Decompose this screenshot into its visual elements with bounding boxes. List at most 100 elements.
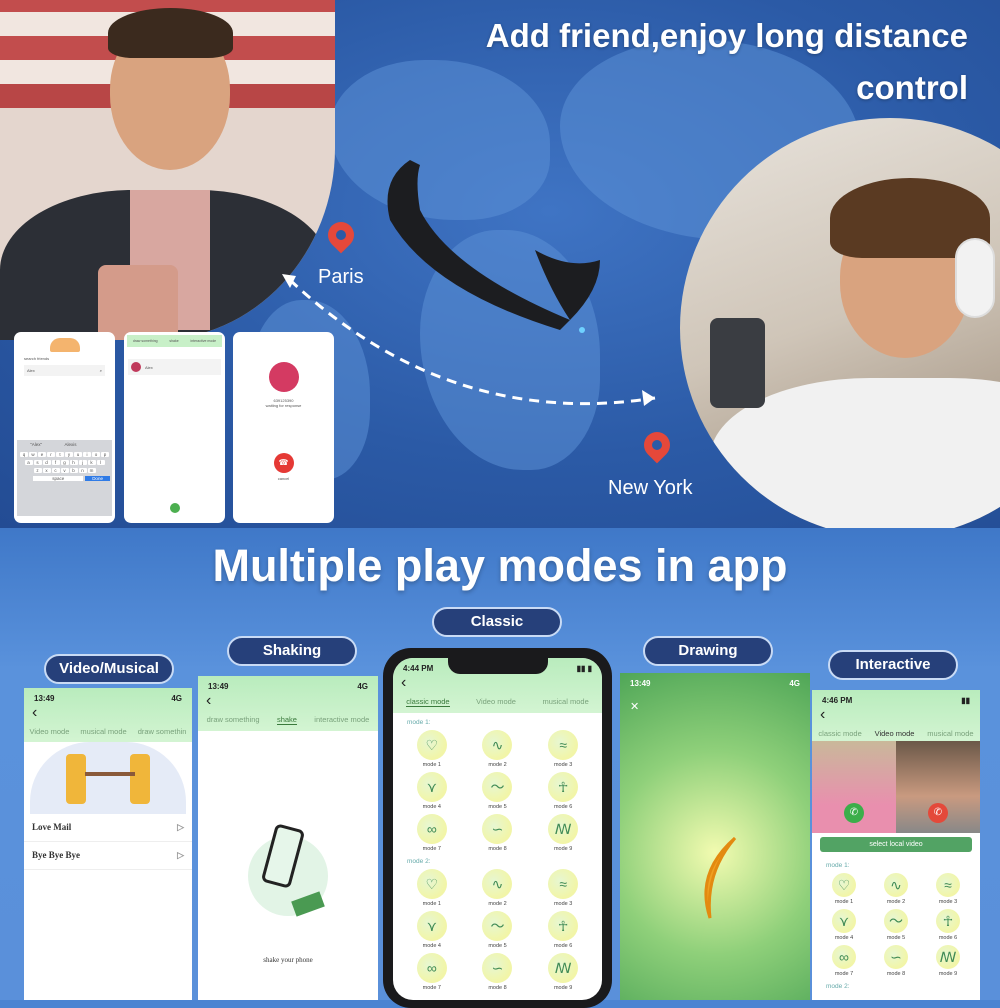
key[interactable]: k: [87, 460, 96, 465]
key[interactable]: l: [96, 460, 105, 465]
answer-call-icon[interactable]: ✆: [844, 803, 864, 823]
classic-phone: 4:44 PM ▮▮ ▮ ‹ classic mode Video mode musi…: [383, 648, 612, 1008]
tab-video-mode[interactable]: Video mode: [875, 729, 915, 738]
tab-interactive[interactable]: interactive mode: [190, 339, 216, 343]
key[interactable]: s: [33, 460, 42, 465]
back-icon[interactable]: ‹: [812, 705, 980, 725]
mode-item[interactable]: ♡ mode 1: [399, 730, 465, 768]
back-icon[interactable]: ‹: [198, 691, 378, 711]
call-button[interactable]: [170, 503, 180, 513]
key[interactable]: h: [69, 460, 78, 465]
search-icon: ⌕: [99, 368, 102, 373]
mode-label: mode 2: [488, 762, 507, 768]
tab-draw-something[interactable]: draw somethin: [138, 727, 187, 736]
mode-item[interactable]: ∿ mode 2: [870, 873, 922, 905]
key[interactable]: g: [60, 460, 69, 465]
key[interactable]: x: [42, 468, 51, 473]
tab-draw-something[interactable]: draw something: [207, 715, 260, 725]
tab-musical-mode[interactable]: musical mode: [542, 697, 588, 707]
tab-classic-mode[interactable]: classic mode: [406, 697, 450, 707]
mode-item[interactable]: ∞ mode 7: [399, 953, 465, 991]
close-icon[interactable]: ✕: [620, 688, 810, 725]
space-key[interactable]: space: [33, 476, 84, 481]
mode-item[interactable]: ♡ mode 1: [399, 869, 465, 907]
tab-interactive-mode[interactable]: interactive mode: [314, 715, 369, 725]
mode-item[interactable]: ☥ mode 6: [530, 911, 596, 949]
key[interactable]: o: [92, 452, 100, 457]
mode-item[interactable]: 〜 mode 5: [465, 911, 531, 949]
song-item[interactable]: Bye Bye Bye ▷: [24, 842, 192, 870]
mode-item[interactable]: ꟿ mode 9: [530, 953, 596, 991]
mode-item[interactable]: ꟿ mode 9: [530, 814, 596, 852]
mode-item[interactable]: 〜 mode 5: [465, 772, 531, 810]
mode-item[interactable]: ∽ mode 8: [465, 953, 531, 991]
mode-item[interactable]: ∞ mode 7: [399, 814, 465, 852]
tab-classic-mode[interactable]: classic mode: [818, 729, 861, 738]
search-input[interactable]: Alex ⌕: [24, 365, 105, 376]
select-local-video-button[interactable]: select local video: [820, 837, 972, 852]
tab-shake[interactable]: shake: [276, 715, 297, 725]
tab-musical-mode[interactable]: musical mode: [927, 729, 973, 738]
mode-item[interactable]: ≈ mode 3: [922, 873, 974, 905]
key[interactable]: e: [38, 452, 46, 457]
key[interactable]: b: [69, 468, 78, 473]
mode-item[interactable]: ∿ mode 2: [465, 869, 531, 907]
calling-screen: 639125390 waiting for response ☎ cancel: [233, 332, 334, 523]
key[interactable]: r: [47, 452, 55, 457]
song-item[interactable]: Love Mail ▷: [24, 814, 192, 842]
video-call-view: ✆ ✆: [812, 741, 980, 833]
mode-item[interactable]: ♡ mode 1: [818, 873, 870, 905]
avatar: [131, 362, 141, 372]
key[interactable]: u: [74, 452, 82, 457]
key[interactable]: w: [29, 452, 37, 457]
tab-musical-mode[interactable]: musical mode: [80, 727, 126, 736]
key[interactable]: v: [60, 468, 69, 473]
key[interactable]: d: [42, 460, 51, 465]
mode-label: mode 6: [938, 935, 958, 941]
label-shaking: Shaking: [227, 636, 357, 666]
mode-item[interactable]: ∽ mode 8: [870, 945, 922, 977]
bear-mascot-icon: [49, 338, 80, 352]
key[interactable]: z: [33, 468, 42, 473]
mode-item[interactable]: ∽ mode 8: [465, 814, 531, 852]
hangup-icon[interactable]: ☎: [273, 453, 294, 473]
drawn-stroke[interactable]: [690, 833, 750, 923]
mode-item[interactable]: ⋎ mode 4: [399, 911, 465, 949]
key[interactable]: c: [51, 468, 60, 473]
key[interactable]: q: [20, 452, 28, 457]
hangup-icon[interactable]: ✆: [928, 803, 948, 823]
back-icon[interactable]: ‹: [24, 703, 192, 723]
tab-draw[interactable]: draw something: [133, 339, 158, 343]
surf-icon: ꟿ: [548, 953, 579, 983]
tab-shake[interactable]: shake: [169, 339, 178, 343]
tab-video-mode[interactable]: Video mode: [30, 727, 70, 736]
key[interactable]: j: [78, 460, 87, 465]
mode-item[interactable]: ꟿ mode 9: [922, 945, 974, 977]
key[interactable]: a: [24, 460, 33, 465]
play-icon[interactable]: ▷: [177, 822, 184, 833]
key[interactable]: y: [65, 452, 73, 457]
key[interactable]: m: [87, 468, 96, 473]
tab-video-mode[interactable]: Video mode: [476, 697, 516, 707]
back-icon[interactable]: ‹: [393, 673, 602, 693]
key[interactable]: f: [51, 460, 60, 465]
keyboard[interactable]: "Alex" Alexis qwertyuiop asdfghjkl zxcvbn…: [17, 440, 112, 516]
mode-item[interactable]: ⋎ mode 4: [399, 772, 465, 810]
wave-icon: ∿: [482, 869, 513, 899]
mode-item[interactable]: ☥ mode 6: [530, 772, 596, 810]
key[interactable]: t: [56, 452, 64, 457]
mode-item[interactable]: ≈ mode 3: [530, 869, 596, 907]
mode-item[interactable]: ⋎ mode 4: [818, 909, 870, 941]
play-icon[interactable]: ▷: [177, 850, 184, 861]
mode-item[interactable]: ∿ mode 2: [465, 730, 531, 768]
mode-item[interactable]: ∞ mode 7: [818, 945, 870, 977]
friend-item[interactable]: Alex: [128, 359, 221, 375]
mode-item[interactable]: ☥ mode 6: [922, 909, 974, 941]
connection-arc: [288, 278, 656, 406]
mode-item[interactable]: 〜 mode 5: [870, 909, 922, 941]
key[interactable]: n: [78, 468, 87, 473]
done-key[interactable]: Done: [85, 476, 110, 481]
mode-item[interactable]: ≈ mode 3: [530, 730, 596, 768]
key[interactable]: i: [83, 452, 91, 457]
key[interactable]: p: [101, 452, 109, 457]
